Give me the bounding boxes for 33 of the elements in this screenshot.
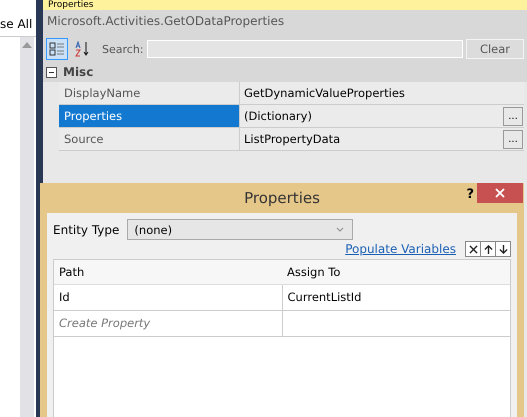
entity-type-dropdown[interactable]: (none) (127, 219, 354, 240)
object-name: Microsoft.Activities.GetODataProperties (43, 10, 527, 36)
table-cell[interactable]: Id (54, 285, 282, 310)
property-name[interactable]: Source (59, 128, 240, 150)
property-name[interactable]: Properties (59, 105, 240, 127)
column-header[interactable]: Assign To (282, 260, 510, 284)
panel-title: Properties (48, 0, 94, 10)
collapse-icon[interactable] (46, 66, 57, 78)
ellipsis-button[interactable]: ... (503, 106, 523, 126)
property-value[interactable]: GetDynamicValueProperties (244, 86, 405, 100)
create-property-placeholder[interactable]: Create Property (59, 316, 150, 330)
close-icon (495, 188, 505, 198)
help-button[interactable]: ? (466, 187, 474, 202)
chevron-down-icon (336, 227, 344, 232)
populate-variables-link[interactable]: Populate Variables (345, 242, 456, 256)
category-name: Misc (63, 65, 94, 79)
table-cell[interactable]: CurrentListId (282, 285, 510, 310)
search-field[interactable] (146, 40, 463, 58)
categorized-button[interactable] (46, 38, 68, 60)
scrollbar[interactable] (20, 37, 34, 417)
ellipsis-button[interactable]: ... (503, 130, 523, 148)
property-value[interactable]: (Dictionary) (244, 109, 312, 123)
close-button[interactable] (477, 183, 523, 203)
entity-type-label: Entity Type (53, 222, 120, 236)
dialog-title: Properties (244, 189, 320, 207)
search-label: Search: (102, 42, 144, 56)
property-value[interactable]: ListPropertyData (244, 132, 340, 146)
column-header[interactable]: Path (54, 260, 282, 284)
move-up-icon[interactable] (481, 242, 496, 256)
clear-button[interactable]: Clear (466, 39, 524, 59)
move-down-icon[interactable] (496, 242, 510, 256)
property-name[interactable]: DisplayName (59, 82, 240, 104)
delete-icon[interactable] (466, 242, 481, 256)
